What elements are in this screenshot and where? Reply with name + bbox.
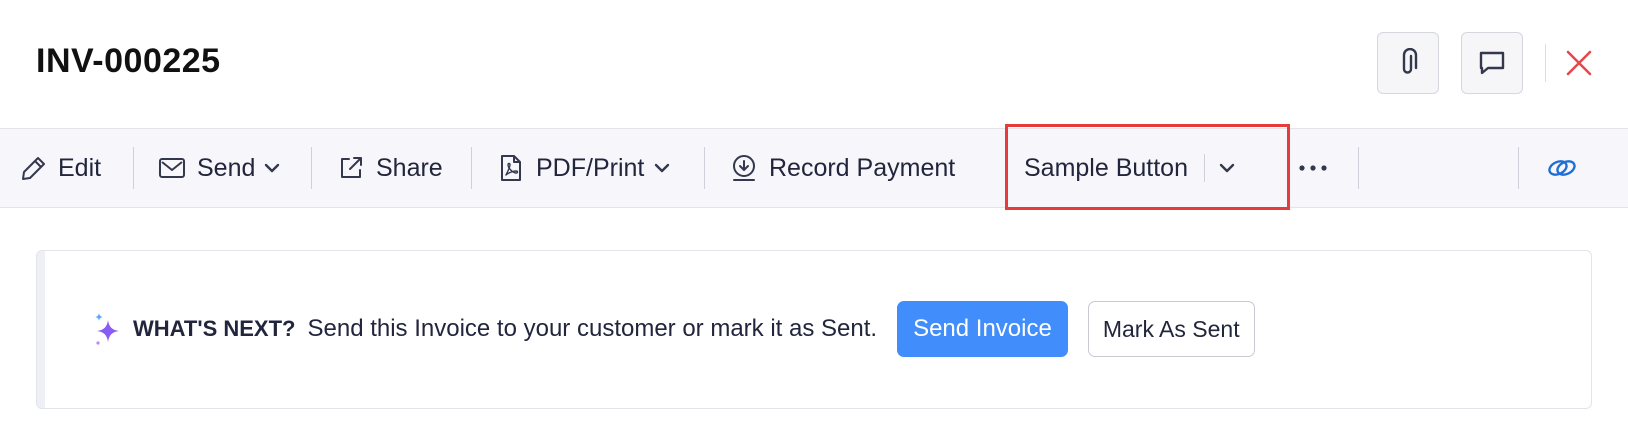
- pdf-print-label: PDF/Print: [536, 153, 645, 182]
- toolbar-separator: [1358, 147, 1359, 189]
- integration-link-button[interactable]: [1546, 129, 1578, 207]
- highlight-box: [1005, 124, 1290, 210]
- close-icon: [1566, 50, 1592, 76]
- close-button[interactable]: [1560, 44, 1598, 82]
- sparkle-icon: [95, 313, 119, 345]
- mark-as-sent-button[interactable]: Mark As Sent: [1087, 301, 1255, 357]
- whats-next-banner: WHAT'S NEXT? Send this Invoice to your c…: [36, 250, 1592, 409]
- edit-label: Edit: [58, 153, 102, 182]
- paperclip-icon: [1402, 48, 1418, 74]
- send-menu-button[interactable]: Send: [158, 129, 280, 207]
- comments-button[interactable]: [1461, 32, 1523, 94]
- envelope-icon: [159, 158, 185, 178]
- download-circle-icon: [733, 155, 755, 181]
- toolbar-separator: [133, 147, 134, 189]
- send-label: Send: [197, 153, 256, 182]
- toolbar-separator: [311, 147, 312, 189]
- toolbar-separator: [471, 147, 472, 189]
- whats-next-message: Send this Invoice to your customer or ma…: [307, 315, 878, 342]
- chevron-down-icon: [655, 163, 670, 173]
- comment-icon: [1479, 51, 1505, 75]
- invoice-toolbar: Edit Send Share PDF/Print Record Payment…: [0, 128, 1628, 208]
- record-payment-button[interactable]: Record Payment: [730, 129, 955, 207]
- pdf-print-menu-button[interactable]: PDF/Print: [498, 129, 670, 207]
- toolbar-separator: [704, 147, 705, 189]
- pencil-icon: [22, 157, 45, 180]
- header-divider: [1545, 44, 1546, 82]
- send-invoice-button[interactable]: Send Invoice: [897, 301, 1068, 357]
- whats-next-label: WHAT'S NEXT?: [133, 316, 296, 341]
- page-title: INV-000225: [36, 42, 221, 80]
- banner-accent: [37, 251, 45, 408]
- attachments-button[interactable]: [1377, 32, 1439, 94]
- chevron-down-icon: [265, 163, 280, 173]
- record-payment-label: Record Payment: [769, 153, 956, 182]
- share-label: Share: [376, 153, 443, 182]
- toolbar-separator: [1518, 147, 1519, 189]
- pdf-icon: [501, 155, 521, 181]
- invoice-header: INV-000225: [0, 0, 1628, 124]
- link-icon: [1548, 160, 1576, 176]
- more-icon: [1299, 165, 1327, 171]
- share-button[interactable]: Share: [337, 129, 443, 207]
- share-icon: [341, 157, 362, 178]
- edit-button[interactable]: Edit: [20, 129, 101, 207]
- more-actions-button[interactable]: [1298, 129, 1328, 207]
- banner-content: WHAT'S NEXT? Send this Invoice to your c…: [93, 301, 1255, 357]
